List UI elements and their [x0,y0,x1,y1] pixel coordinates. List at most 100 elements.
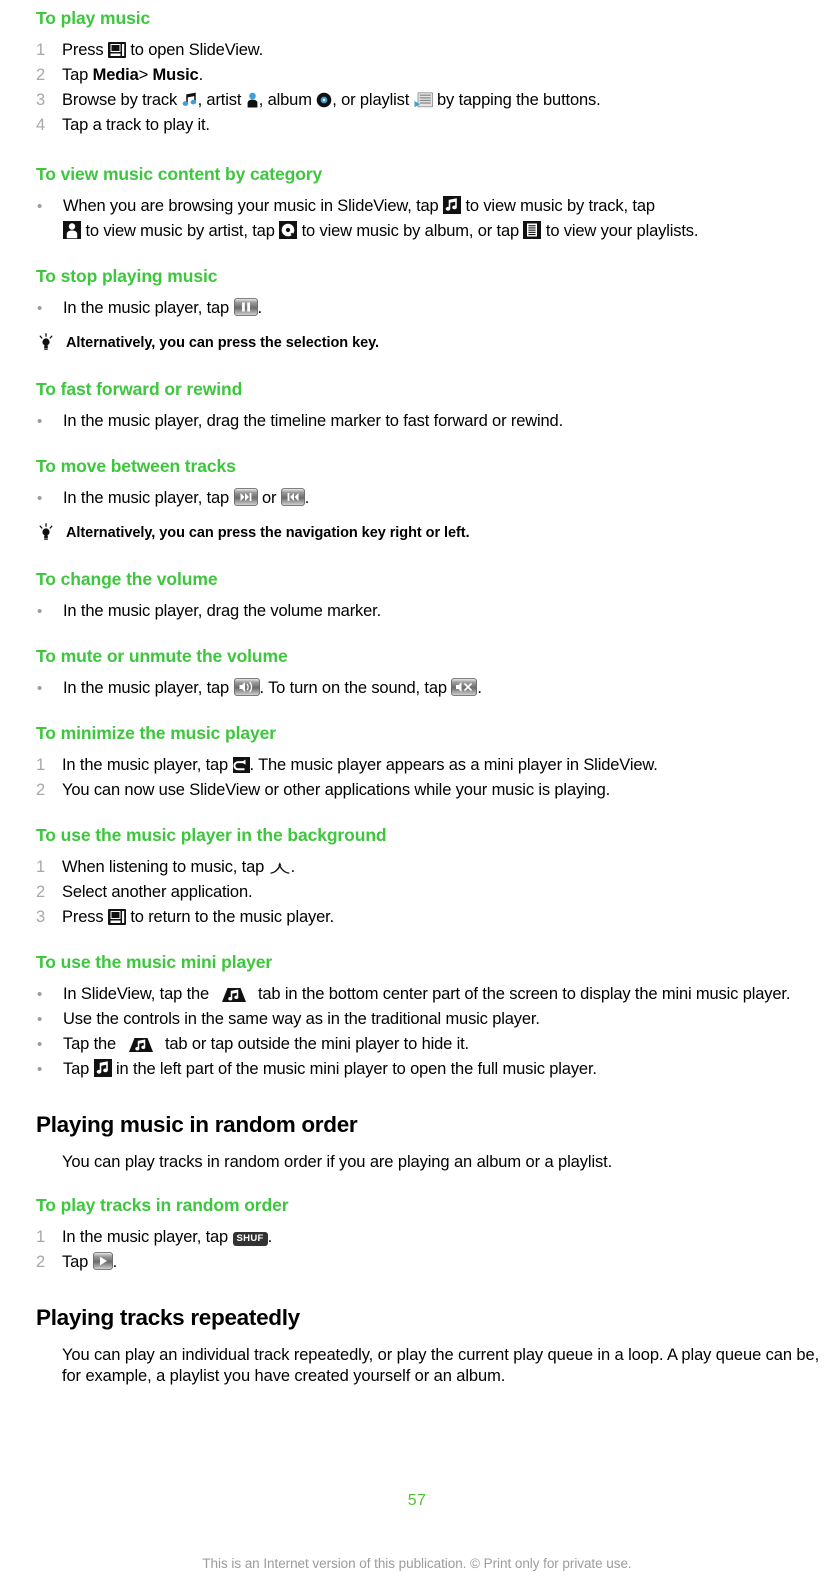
step-number: 2 [36,781,46,799]
step-text-part: Press [62,908,104,926]
footer-copyright-note: This is an Internet version of this publ… [202,1556,632,1571]
bullet-text-part: . [257,299,263,317]
list-item: • When you are browsing your music in Sl… [36,194,822,244]
shuffle-button-icon: SHUF [232,1232,268,1246]
list-item: • Tap the tab or tap outside the mini pl… [36,1032,822,1057]
heading-to-play-music: To play music [36,8,151,28]
list-item: 3 Press to return to the music player. [36,905,822,930]
list-item: • In the music player, tap or . [36,486,822,511]
lightbulb-tip-icon [39,333,53,350]
bullet-text: In SlideView, tap the tab in the bottom … [63,982,822,1007]
step-text: You can now use SlideView or other appli… [62,781,611,799]
list-minimize-player: 1 In the music player, tap . The music p… [36,753,822,803]
album-tab-icon [279,221,298,239]
list-item: 3 Browse by track , artist , album , or … [36,88,822,113]
list-mini-player: • In SlideView, tap the tab in the botto… [36,982,822,1082]
bullet-marker: • [37,300,43,317]
previous-track-button-icon [280,488,305,506]
step-text: Press to return to the music player. [62,905,822,930]
step-text: Press to open SlideView. [62,38,822,63]
tip-text: Alternatively, you can press the selecti… [66,335,380,351]
step-text: Tap . [62,1250,822,1275]
step-number: 1 [36,756,46,774]
list-item: • Tap in the left part of the music mini… [36,1057,822,1082]
tip-selection-key: Alternatively, you can press the selecti… [36,333,822,353]
playlist-icon [414,92,433,108]
list-item: 2 You can now use SlideView or other app… [36,778,822,803]
bullet-text-part: in the left part of the music mini playe… [116,1060,597,1078]
playlist-tab-icon [523,221,542,239]
intro-repeat-tracks: You can play an individual track repeate… [62,1346,820,1385]
step-number: 2 [36,66,46,84]
step-text-part: to return to the music player. [130,908,334,926]
bullet-text-part: to view music by track, tap [465,197,655,215]
step-number: 1 [36,41,46,59]
heading-move-tracks: To move between tracks [36,456,236,476]
track-tab-icon [93,1059,112,1077]
slideview-key-icon [107,909,126,925]
bullet-text-part: . To turn on the sound, tap [259,679,448,697]
step-text-part: Press [62,41,104,59]
bullet-text-part: or [261,489,277,507]
list-item: • In the music player, drag the volume m… [36,599,822,624]
heading-play-random: To play tracks in random order [36,1195,289,1215]
bullet-text: In the music player, drag the volume mar… [63,602,382,620]
bullet-marker: • [37,1036,43,1053]
bullet-text-part: . [304,489,310,507]
minimize-back-arrow-icon [232,757,250,773]
minimize-chevron-icon [270,862,289,874]
bullet-text: Tap the tab or tap outside the mini play… [63,1032,822,1057]
bullet-text-part: In the music player, tap [63,679,230,697]
heading-minimize-player: To minimize the music player [36,723,276,743]
bullet-text-part: tab or tap outside the mini player to hi… [164,1035,469,1053]
bullet-text-part: In the music player, tap [63,489,230,507]
pause-button-icon [233,298,258,316]
mini-player-tab-icon [128,1038,153,1052]
menu-item-music: Music [152,66,199,84]
step-text: Tap a track to play it. [62,116,210,134]
heading-mute-volume: To mute or unmute the volume [36,646,288,666]
step-text-part: by tapping the buttons. [437,91,601,109]
step-number: 4 [36,116,46,134]
step-text: In the music player, tap . The music pla… [62,753,822,778]
bullet-text: In the music player, tap or . [63,486,822,511]
list-item: • In the music player, tap . [36,296,822,321]
step-text-part: . [290,858,296,876]
list-item: • In SlideView, tap the tab in the botto… [36,982,822,1007]
list-item: • Use the controls in the same way as in… [36,1007,822,1032]
step-text-part: When listening to music, tap [62,858,265,876]
play-button-icon [92,1252,113,1270]
heading-background-player: To use the music player in the backgroun… [36,825,387,845]
list-item: 2 Tap Media> Music. [36,63,822,88]
step-text-part: In the music player, tap [62,756,229,774]
music-note-icon [182,92,196,106]
step-text: Browse by track , artist , album , or pl… [62,88,822,113]
bullet-text: Tap in the left part of the music mini p… [63,1057,822,1082]
step-number: 2 [36,1253,46,1271]
heading-change-volume: To change the volume [36,569,218,589]
step-text-part: . The music player appears as a mini pla… [249,756,658,774]
step-text: Tap Media> Music. [62,63,822,88]
list-item: • In the music player, tap . To turn on … [36,676,822,701]
list-play-music: 1 Press to open SlideView. 2 Tap Media> … [36,38,822,138]
step-text-part: , or playlist [332,91,410,109]
step-text-part: . [267,1228,273,1246]
bullet-text-part: . [477,679,482,697]
intro-random-order: You can play tracks in random order if y… [62,1153,613,1171]
step-number: 3 [36,908,46,926]
step-text-part: Browse by track [62,91,178,109]
bullet-text: When you are browsing your music in Slid… [63,194,822,244]
bullet-marker: • [37,198,43,215]
list-item: 1 When listening to music, tap . [36,855,822,880]
step-number: 1 [36,858,46,876]
bullet-marker: • [37,603,43,620]
list-item: • In the music player, drag the timeline… [36,409,822,434]
step-text-part: . [198,66,204,84]
list-item: 4 Tap a track to play it. [36,113,822,138]
list-play-random: 1 In the music player, tap SHUF. 2 Tap . [36,1225,822,1275]
heading-view-by-category: To view music content by category [36,164,323,184]
speaker-mute-button-icon [451,678,478,696]
bullet-marker: • [37,1061,43,1078]
bullet-text-part: When you are browsing your music in Slid… [63,197,439,215]
list-item: 1 Press to open SlideView. [36,38,822,63]
